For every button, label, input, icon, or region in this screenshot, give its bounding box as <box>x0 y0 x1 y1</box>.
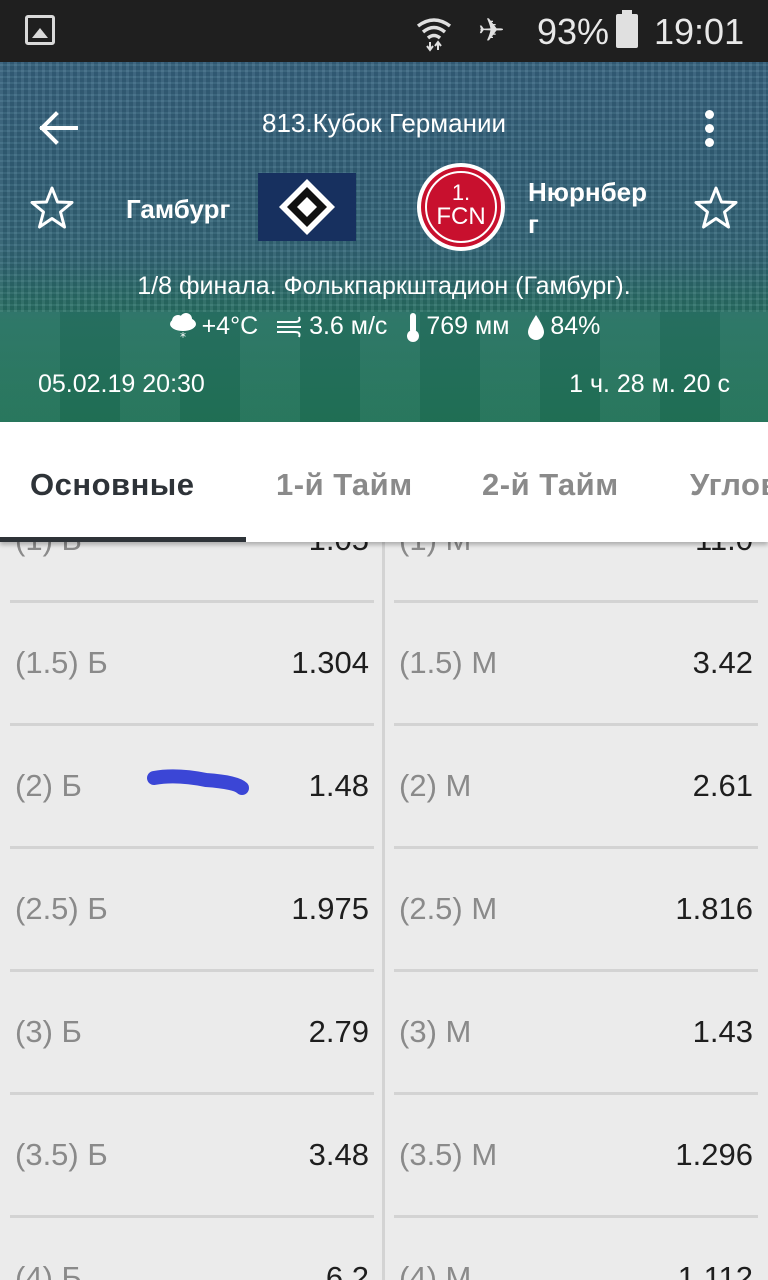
odds-left-label: (1.5) Б <box>15 645 108 680</box>
odds-left-value[interactable]: 1.05 <box>309 542 369 558</box>
odds-right-value[interactable]: 1.816 <box>675 891 753 927</box>
row-divider <box>394 1092 758 1095</box>
odds-left-label: (1) Б <box>15 542 82 558</box>
home-team-name: Гамбург <box>126 194 231 224</box>
row-divider <box>394 846 758 849</box>
odds-right-label: (3) М <box>399 1014 472 1049</box>
row-divider <box>394 600 758 603</box>
battery-percent: 93% <box>537 11 610 52</box>
tab-main[interactable]: Основные <box>30 466 195 504</box>
tab-active-indicator <box>0 537 246 542</box>
match-countdown: 1 ч. 28 м. 20 с <box>569 370 730 398</box>
odds-right-label: (3.5) М <box>399 1137 498 1172</box>
row-divider <box>394 969 758 972</box>
row-divider <box>394 1215 758 1218</box>
clock: 19:01 <box>654 11 745 52</box>
tab-second-half[interactable]: 2-й Тайм <box>482 466 619 504</box>
row-divider <box>10 723 374 726</box>
odds-left-value[interactable]: 1.975 <box>291 891 369 927</box>
odds-right-value[interactable]: 1.112 <box>678 1260 753 1280</box>
wind-icon <box>277 317 302 338</box>
column-divider <box>382 542 385 1280</box>
odds-right-value[interactable]: 2.61 <box>693 768 753 804</box>
odds-right-label: (4) М <box>399 1260 472 1280</box>
odds-right-label: (2) М <box>399 768 472 803</box>
odds-left-value[interactable]: 3.48 <box>309 1137 369 1173</box>
humidity: 84% <box>550 312 601 340</box>
hsv-logo-icon <box>258 173 356 241</box>
odds-grid: (1) Б 1.05 (1) М 11.0 (1.5) Б 1.304 (1.5) М 3.4… <box>0 542 768 1280</box>
tab-bar: Основные 1-й Тайм 2-й Тайм Углов <box>0 422 768 542</box>
favorite-away-star-icon[interactable] <box>692 184 740 232</box>
tab-corners[interactable]: Углов <box>690 466 768 504</box>
row-divider <box>10 600 374 603</box>
odds-right-label: (2.5) М <box>399 891 498 926</box>
gallery-icon <box>25 15 55 45</box>
odds-left-label: (2.5) Б <box>15 891 108 926</box>
airplane-icon: ✈ <box>478 12 505 48</box>
overflow-menu-icon[interactable] <box>700 108 720 150</box>
odds-right-value[interactable]: 1.43 <box>693 1014 753 1050</box>
wifi-icon <box>416 18 452 52</box>
humidity-drop-icon <box>528 315 545 341</box>
svg-text:*: * <box>180 330 186 342</box>
weather-row: * +4°C 3.6 м/с 769 мм 84% <box>0 310 768 343</box>
odds-right-value[interactable]: 3.42 <box>693 645 753 681</box>
svg-text:1.: 1. <box>452 180 470 205</box>
page-title: 813.Кубок Германии <box>262 108 506 138</box>
away-team-name: Нюрнбер г <box>528 177 647 239</box>
odds-left-label: (2) Б <box>15 768 82 803</box>
temperature: +4°C <box>201 312 259 340</box>
wind-speed: 3.6 м/с <box>309 312 388 340</box>
favorite-home-star-icon[interactable] <box>28 184 76 232</box>
odds-right-value[interactable]: 1.296 <box>675 1137 753 1173</box>
match-datetime: 05.02.19 20:30 <box>38 370 205 398</box>
odds-left-value[interactable]: 1.48 <box>309 768 369 804</box>
row-divider <box>10 1092 374 1095</box>
odds-left-value[interactable]: 6.2 <box>326 1260 369 1280</box>
match-header: 813.Кубок Германии Гамбург 1. FCN Нюрнбе… <box>0 62 768 422</box>
fcn-logo-icon: 1. FCN <box>417 163 505 251</box>
odds-right-label: (1.5) М <box>399 645 498 680</box>
row-divider <box>394 723 758 726</box>
odds-left-label: (3.5) Б <box>15 1137 108 1172</box>
svg-text:FCN: FCN <box>436 203 485 230</box>
odds-left-label: (3) Б <box>15 1014 82 1049</box>
odds-left-label: (4) Б <box>15 1260 82 1280</box>
odds-left-value[interactable]: 2.79 <box>309 1014 369 1050</box>
pen-scribble-mark <box>147 769 249 795</box>
pressure: 769 мм <box>426 312 510 340</box>
tab-first-half[interactable]: 1-й Тайм <box>276 466 413 504</box>
row-divider <box>10 969 374 972</box>
odds-right-label: (1) М <box>399 542 471 558</box>
snow-cloud-icon: * <box>169 313 196 342</box>
thermometer-icon <box>407 313 420 343</box>
back-arrow-icon[interactable] <box>36 106 80 150</box>
odds-right-value[interactable]: 11.0 <box>695 542 753 558</box>
row-divider <box>10 1215 374 1218</box>
row-divider <box>10 846 374 849</box>
battery-icon <box>616 10 638 48</box>
status-bar: ✈ 93% 19:01 <box>0 0 768 62</box>
odds-left-value[interactable]: 1.304 <box>291 645 369 681</box>
match-stage-venue: 1/8 финала. Фолькпаркштадион (Гамбург). <box>137 272 631 300</box>
